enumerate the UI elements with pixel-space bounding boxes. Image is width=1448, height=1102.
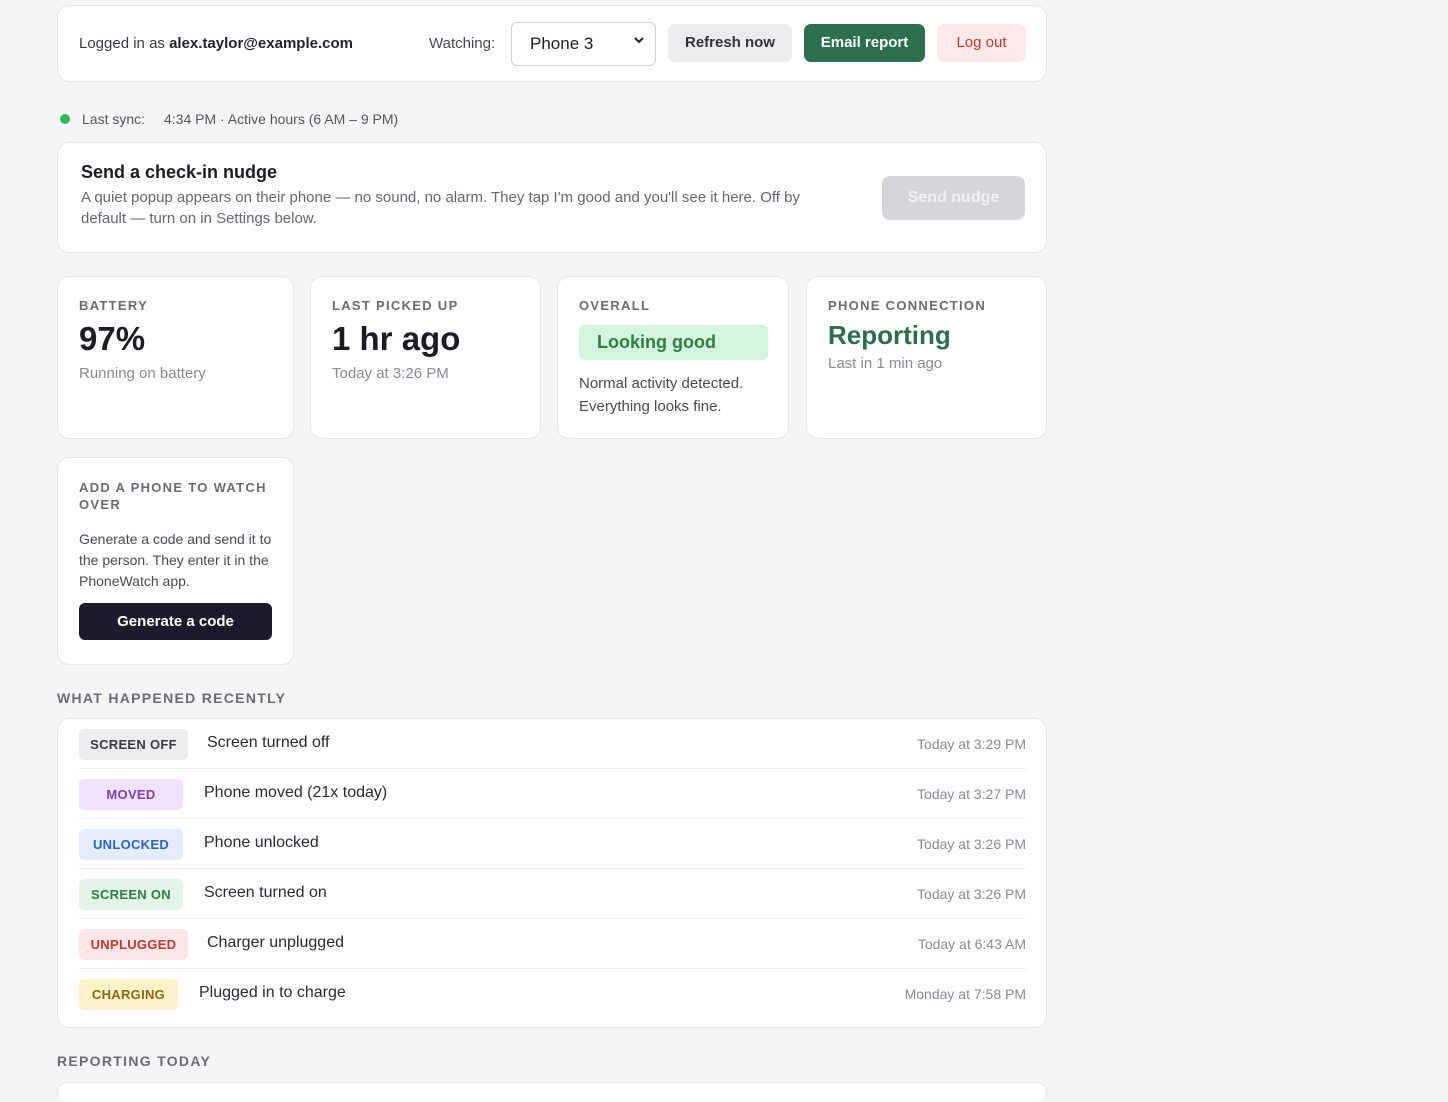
watching-label: Watching:: [429, 35, 496, 52]
generate-code-button[interactable]: Generate a code: [79, 603, 272, 640]
reporting-card: [57, 1082, 1047, 1102]
send-nudge-button[interactable]: Send nudge: [882, 176, 1025, 220]
overall-description: Normal activity detected. Everything loo…: [579, 375, 744, 415]
recent-heading: WHAT HAPPENED RECENTLY: [57, 690, 287, 706]
phone-select-value: Phone 3: [530, 34, 594, 53]
event-text: Screen turned off: [207, 734, 330, 751]
event-time: Today at 3:26 PM: [917, 836, 1026, 852]
sync-label: Last sync:: [82, 111, 146, 127]
logged-in-prefix: Logged in as: [79, 35, 165, 52]
user-email: alex.taylor@example.com: [169, 35, 353, 52]
battery-card: BATTERY 97% Running on battery: [57, 276, 294, 439]
event-time: Monday at 7:58 PM: [904, 986, 1026, 1002]
overall-label: OVERALL: [579, 298, 651, 313]
list-item: MOVED Phone moved (21x today) Today at 3…: [79, 769, 1026, 819]
phone-connection-label: PHONE CONNECTION: [828, 298, 987, 313]
last-picked-up-card: LAST PICKED UP 1 hr ago Today at 3:26 PM: [310, 276, 541, 439]
event-badge: UNPLUGGED: [79, 929, 188, 960]
sync-value: 4:34 PM · Active hours (6 AM – 9 PM): [164, 111, 399, 127]
logout-button[interactable]: Log out: [937, 24, 1026, 62]
last-picked-up-sub: Today at 3:26 PM: [332, 365, 449, 382]
nudge-card: Send a check-in nudge A quiet popup appe…: [57, 142, 1047, 253]
list-item: SCREEN OFF Screen turned off Today at 3:…: [79, 719, 1026, 769]
event-badge: UNLOCKED: [79, 829, 183, 860]
battery-value: 97%: [79, 320, 146, 357]
phone-connection-card: PHONE CONNECTION Reporting Last in 1 min…: [806, 276, 1047, 439]
overall-card: OVERALL Looking good Normal activity det…: [557, 276, 789, 439]
phone-select[interactable]: Phone 3: [511, 22, 656, 66]
event-time: Today at 6:43 AM: [917, 936, 1026, 952]
event-badge: SCREEN ON: [79, 879, 183, 910]
reporting-heading: REPORTING TODAY: [57, 1053, 212, 1069]
event-text: Screen turned on: [204, 884, 327, 901]
add-phone-card: ADD A PHONE TO WATCH OVER Generate a cod…: [57, 457, 294, 665]
event-time: Today at 3:27 PM: [917, 786, 1026, 802]
phone-connection-value: Reporting: [828, 320, 951, 350]
nudge-title: Send a check-in nudge: [81, 162, 278, 182]
event-time: Today at 3:29 PM: [917, 736, 1026, 752]
nudge-description: A quiet popup appears on their phone — n…: [81, 189, 800, 227]
email-report-button[interactable]: Email report: [804, 24, 925, 62]
logged-in-text: Logged in as alex.taylor@example.com: [79, 35, 353, 52]
last-picked-up-label: LAST PICKED UP: [332, 298, 459, 313]
sync-status-dot: [60, 114, 70, 124]
add-phone-description: Generate a code and send it to the perso…: [79, 531, 272, 589]
event-badge: MOVED: [79, 779, 183, 810]
event-badge: CHARGING: [79, 979, 178, 1010]
top-bar: Logged in as alex.taylor@example.com Wat…: [57, 5, 1047, 82]
list-item: UNLOCKED Phone unlocked Today at 3:26 PM: [79, 819, 1026, 869]
battery-sub: Running on battery: [79, 365, 206, 382]
list-item: UNPLUGGED Charger unplugged Today at 6:4…: [79, 919, 1026, 969]
event-text: Charger unplugged: [207, 934, 344, 951]
list-item: CHARGING Plugged in to charge Monday at …: [79, 969, 1026, 1019]
list-item: SCREEN ON Screen turned on Today at 3:26…: [79, 869, 1026, 919]
refresh-button[interactable]: Refresh now: [668, 24, 792, 62]
recent-events-list: SCREEN OFF Screen turned off Today at 3:…: [57, 718, 1047, 1028]
event-time: Today at 3:26 PM: [917, 886, 1026, 902]
last-picked-up-value: 1 hr ago: [332, 320, 461, 357]
add-phone-title: ADD A PHONE TO WATCH OVER: [79, 480, 267, 512]
event-text: Phone moved (21x today): [204, 784, 388, 801]
event-badge: SCREEN OFF: [79, 729, 188, 760]
event-text: Phone unlocked: [204, 834, 319, 851]
overall-status-badge: Looking good: [579, 325, 768, 360]
phone-connection-sub: Last in 1 min ago: [828, 355, 943, 372]
chevron-down-icon: [633, 34, 645, 49]
battery-label: BATTERY: [79, 298, 149, 313]
event-text: Plugged in to charge: [199, 984, 346, 1001]
